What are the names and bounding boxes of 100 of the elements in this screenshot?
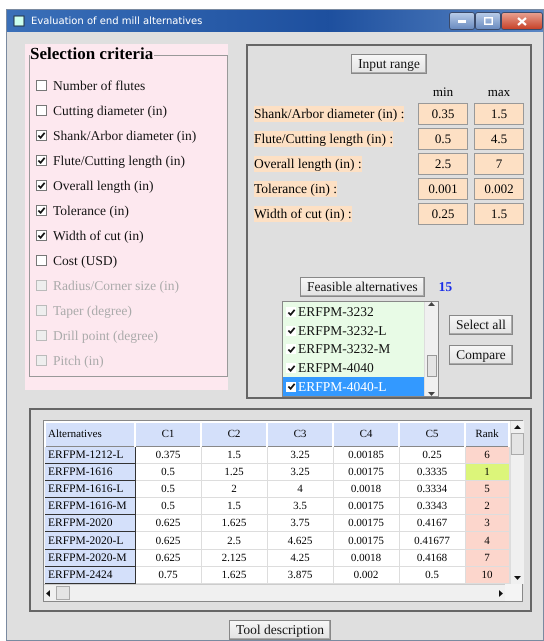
criterion-label: Radius/Corner size (in) [53, 278, 179, 294]
criterion-label: Overall length (in) [53, 178, 154, 194]
maximize-button[interactable] [475, 12, 501, 30]
checkbox[interactable] [36, 130, 47, 141]
table-cell: 0.25 [399, 446, 465, 464]
row-header: ERFPM-2424 [45, 566, 135, 584]
table-cell: 0.00175 [333, 498, 399, 515]
column-header: C5 [399, 422, 465, 446]
criterion-label: Width of cut (in) [53, 228, 144, 244]
rank-cell: 2 [465, 498, 509, 515]
compare-button[interactable]: Compare [449, 345, 513, 365]
range-label: Width of cut (in) : [254, 206, 352, 222]
checkbox[interactable] [36, 155, 47, 166]
scroll-right-icon[interactable] [499, 590, 503, 597]
max-field[interactable]: 7 [474, 153, 524, 175]
range-label: Flute/Cutting length (in) : [254, 131, 394, 147]
table-cell: 0.75 [135, 566, 201, 584]
table-cell: 1.625 [201, 514, 267, 532]
table-cell: 0.41677 [399, 532, 465, 550]
criterion-label: Tolerance (in) [53, 202, 129, 218]
min-field[interactable]: 0.25 [418, 203, 468, 225]
tool-description-button[interactable]: Tool description [229, 620, 331, 640]
panel-title: Selection criteria [29, 44, 154, 64]
list-item[interactable]: ERFPM-3232 [283, 303, 424, 322]
window-title: Evaluation of end mill alternatives [31, 16, 204, 26]
checkbox[interactable] [36, 80, 47, 91]
criterion-label: Drill point (degree) [53, 328, 158, 344]
checkbox[interactable] [286, 363, 296, 374]
max-field[interactable]: 1.5 [474, 103, 524, 125]
table-cell: 0.5 [399, 566, 465, 584]
table-cell: 2.125 [201, 549, 267, 566]
rank-cell: 3 [465, 514, 509, 532]
scroll-thumb[interactable] [426, 355, 436, 377]
max-field[interactable]: 4.5 [474, 128, 524, 150]
item-label: ERFPM-4040-L [298, 378, 387, 395]
scroll-up-icon[interactable] [514, 425, 521, 429]
min-field[interactable]: 2.5 [418, 153, 468, 175]
table-cell: 0.3334 [399, 480, 465, 498]
list-item[interactable]: ERFPM-4040 [283, 358, 424, 378]
rank-cell: 4 [465, 532, 509, 550]
row-header: ERFPM-2020 [45, 514, 135, 532]
minimize-button[interactable] [449, 12, 475, 30]
checkbox[interactable] [286, 382, 296, 392]
feasible-alternatives-button[interactable]: Feasible alternatives [300, 277, 425, 297]
range-label: Overall length (in) : [254, 156, 362, 172]
input-range-button[interactable]: Input range [351, 54, 427, 74]
table-cell: 0.00175 [333, 463, 399, 480]
scrollbar[interactable] [424, 302, 438, 396]
max-field[interactable]: 1.5 [474, 203, 524, 225]
scroll-thumb[interactable] [511, 433, 524, 455]
checkbox[interactable] [36, 255, 47, 266]
scroll-down-icon[interactable] [514, 576, 521, 580]
table-cell: 0.3343 [399, 498, 465, 515]
rank-cell: 6 [465, 446, 509, 464]
table-cell: 0.0018 [333, 480, 399, 498]
scroll-down-icon[interactable] [428, 392, 435, 396]
table-cell: 0.625 [135, 549, 201, 566]
list-item[interactable]: ERFPM-3232-L [283, 322, 424, 340]
scrollbar[interactable] [44, 584, 505, 601]
table-cell: 0.00175 [333, 532, 399, 550]
column-header: Rank [465, 422, 509, 446]
item-label: ERFPM-3232-L [298, 322, 387, 339]
scroll-thumb[interactable] [56, 586, 70, 600]
checkbox[interactable] [36, 105, 47, 116]
min-field[interactable]: 0.001 [418, 178, 468, 200]
close-button[interactable] [501, 12, 543, 30]
close-icon [517, 16, 527, 26]
table-cell: 0.5 [135, 480, 201, 498]
checkbox[interactable] [36, 205, 47, 216]
min-field[interactable]: 0.5 [418, 128, 468, 150]
item-label: ERFPM-3232-M [298, 341, 390, 358]
table-cell: 0.3335 [399, 463, 465, 480]
table-cell: 3.5 [267, 498, 333, 515]
table-cell: 0.625 [135, 514, 201, 532]
scroll-up-icon[interactable] [428, 302, 435, 306]
checkbox[interactable] [286, 307, 296, 318]
select-all-button[interactable]: Select all [449, 315, 513, 335]
checkbox[interactable] [286, 326, 296, 336]
table-cell: 0.4168 [399, 549, 465, 566]
table-cell: 0.375 [135, 446, 201, 464]
table-cell: 3.875 [267, 566, 333, 584]
list-item[interactable]: ERFPM-3232-M [283, 340, 424, 359]
row-header: ERFPM-2020-L [45, 532, 135, 550]
checkbox[interactable] [36, 180, 47, 191]
scrollbar[interactable] [510, 421, 524, 584]
max-field[interactable]: 0.002 [474, 178, 524, 200]
rank-cell: 5 [465, 480, 509, 498]
item-label: ERFPM-4040 [298, 360, 374, 376]
range-label: Shank/Arbor diameter (in) : [254, 106, 404, 122]
checkbox[interactable] [36, 230, 47, 241]
table-cell: 0.0018 [333, 549, 399, 566]
min-field[interactable]: 0.35 [418, 103, 468, 125]
column-header: Alternatives [45, 422, 135, 446]
rank-cell: 7 [465, 549, 509, 566]
table-cell: 1.5 [201, 446, 267, 464]
checkbox[interactable] [286, 344, 296, 354]
criterion-label: Number of flutes [53, 78, 146, 94]
criterion-label: Flute/Cutting length (in) [53, 152, 185, 168]
scroll-left-icon[interactable] [46, 590, 50, 597]
row-header: ERFPM-1616-L [45, 480, 135, 498]
